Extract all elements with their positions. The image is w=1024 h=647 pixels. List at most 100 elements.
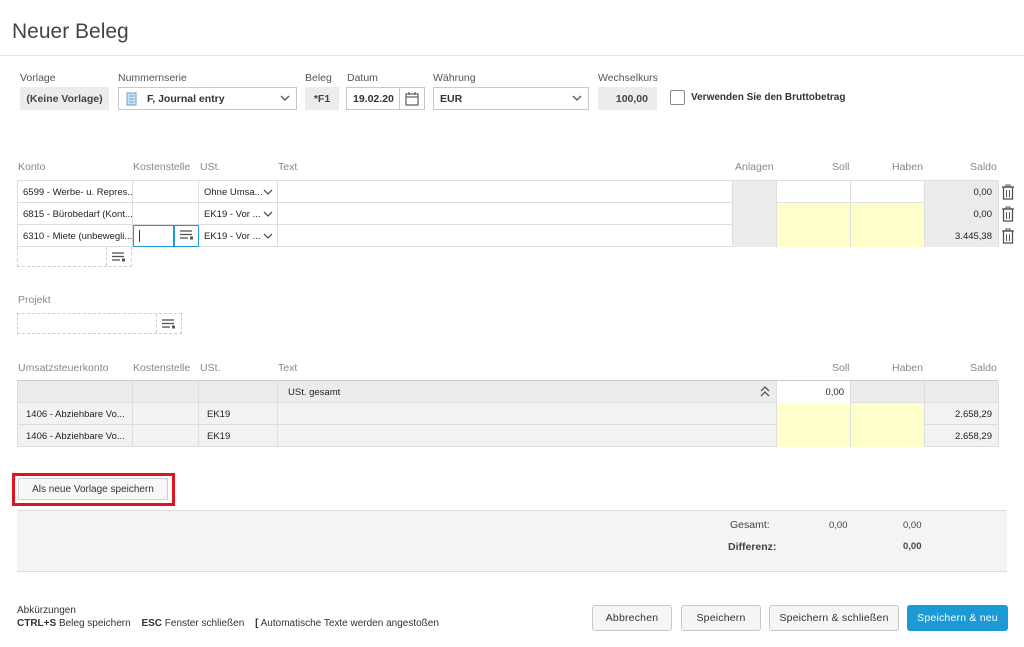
soll-cell[interactable]	[777, 203, 851, 225]
tax-ust-cell: EK19	[199, 425, 278, 447]
table-row: 6310 - Miete (unbewegli... EK19 - Vor ..…	[17, 225, 999, 247]
collapse-up-icon[interactable]	[760, 386, 770, 400]
kostenstelle-lookup-button[interactable]	[174, 225, 199, 247]
text-cell[interactable]	[278, 181, 733, 203]
beleg-label: Beleg	[305, 72, 332, 84]
header-divider	[0, 55, 1024, 56]
text-cell[interactable]	[278, 225, 733, 247]
tax-text-cell	[278, 425, 777, 447]
page-title: Neuer Beleg	[12, 20, 129, 43]
save-close-button[interactable]: Speichern & schließen	[769, 605, 899, 631]
shortcuts-title: Abkürzungen	[17, 605, 76, 616]
table-row: 6599 - Werbe- u. Repres... Ohne Umsa... …	[17, 181, 999, 203]
delete-row-icon[interactable]	[1001, 184, 1015, 200]
gesamt-label: Gesamt:	[730, 519, 770, 531]
col-kostenstelle: Kostenstelle	[133, 161, 191, 173]
col-saldo: Saldo	[970, 161, 997, 173]
datum-field[interactable]: 19.02.20	[346, 87, 425, 110]
tax-summary-text: USt. gesamt	[278, 381, 777, 403]
datum-value: 19.02.20	[353, 92, 394, 105]
waehrung-value: EUR	[440, 92, 463, 105]
tax-konto-cell: 1406 - Abziehbare Vo...	[18, 403, 133, 425]
list-lookup-icon	[179, 229, 194, 243]
ust-cell[interactable]: EK19 - Vor ...	[199, 203, 278, 225]
tax-summary-saldo	[925, 381, 999, 403]
shortcut-key: [	[255, 618, 259, 629]
projekt-label: Projekt	[18, 294, 51, 306]
tax-col-haben: Haben	[892, 362, 923, 374]
brutto-checkbox[interactable]	[670, 90, 685, 105]
chevron-down-icon	[280, 93, 290, 103]
konto-cell[interactable]: 6310 - Miete (unbewegli...	[18, 225, 133, 247]
soll-cell[interactable]	[777, 181, 851, 203]
calendar-icon[interactable]	[399, 88, 424, 109]
wechselkurs-value: 100,00	[598, 87, 657, 110]
tax-haben-cell[interactable]	[851, 425, 925, 447]
vorlage-select[interactable]: (Keine Vorlage)	[20, 87, 109, 110]
chevron-down-icon	[263, 209, 273, 222]
kostenstelle-input[interactable]	[133, 225, 174, 247]
totals-panel	[17, 510, 1007, 572]
tax-saldo-cell: 2.658,29	[925, 425, 999, 447]
table-row: 6815 - Bürobedarf (Kont... EK19 - Vor ..…	[17, 203, 999, 225]
soll-cell[interactable]	[777, 225, 851, 247]
kostenstelle-cell[interactable]	[133, 203, 199, 225]
brutto-label: Verwenden Sie den Bruttobetrag	[691, 92, 846, 103]
list-lookup-icon[interactable]	[156, 314, 181, 333]
haben-cell[interactable]	[851, 203, 925, 225]
shortcut-text: Beleg speichern	[58, 618, 131, 629]
ust-cell[interactable]: EK19 - Vor ...	[199, 225, 278, 247]
col-ust: USt.	[200, 161, 221, 173]
col-text: Text	[278, 161, 298, 173]
tax-col-konto: Umsatzsteuerkonto	[18, 362, 109, 374]
tax-konto-cell: 1406 - Abziehbare Vo...	[18, 425, 133, 447]
anlagen-cell	[733, 225, 777, 247]
tax-row: 1406 - Abziehbare Vo... EK19 2.658,29	[17, 403, 999, 425]
col-konto: Konto	[18, 161, 46, 173]
cancel-button[interactable]: Abbrechen	[592, 605, 672, 631]
tax-col-ust: USt.	[200, 362, 221, 374]
konto-cell[interactable]: 6599 - Werbe- u. Repres...	[18, 181, 133, 203]
ust-cell[interactable]: Ohne Umsa...	[199, 181, 278, 203]
new-row-konto[interactable]	[17, 247, 132, 267]
tax-summary-haben	[851, 381, 925, 403]
save-button[interactable]: Speichern	[681, 605, 761, 631]
tax-ust-cell: EK19	[199, 403, 278, 425]
delete-row-icon[interactable]	[1001, 228, 1015, 244]
chevron-down-icon	[263, 187, 273, 200]
save-as-template-button[interactable]: Als neue Vorlage speichern	[18, 478, 168, 500]
ust-value: Ohne Umsa...	[204, 186, 263, 198]
save-new-button[interactable]: Speichern & neu	[907, 605, 1008, 631]
tax-summary-soll: 0,00	[777, 381, 851, 403]
haben-cell[interactable]	[851, 181, 925, 203]
waehrung-select[interactable]: EUR	[433, 87, 589, 110]
tax-haben-cell[interactable]	[851, 403, 925, 425]
tax-soll-cell[interactable]	[777, 403, 851, 425]
list-lookup-icon[interactable]	[106, 247, 131, 266]
col-soll: Soll	[832, 161, 850, 173]
shortcut-text: Automatische Texte werden angestoßen	[260, 618, 439, 629]
tax-kostenstelle-cell	[133, 381, 199, 403]
differenz-label: Differenz:	[728, 541, 777, 553]
projekt-input[interactable]	[17, 313, 182, 334]
col-anlagen: Anlagen	[735, 161, 774, 173]
anlagen-cell	[733, 203, 777, 225]
col-haben: Haben	[892, 161, 923, 173]
tax-konto-cell	[18, 381, 133, 403]
chevron-down-icon	[263, 231, 273, 244]
haben-cell[interactable]	[851, 225, 925, 247]
text-cell[interactable]	[278, 203, 733, 225]
tax-soll-cell[interactable]	[777, 425, 851, 447]
nummernserie-select[interactable]: F, Journal entry	[118, 87, 297, 110]
datum-label: Datum	[347, 72, 378, 84]
kostenstelle-cell[interactable]	[133, 181, 199, 203]
tax-kostenstelle-cell	[133, 403, 199, 425]
tax-ust-cell	[199, 381, 278, 403]
delete-row-icon[interactable]	[1001, 206, 1015, 222]
anlagen-cell	[733, 181, 777, 203]
konto-cell[interactable]: 6815 - Bürobedarf (Kont...	[18, 203, 133, 225]
tax-text-cell	[278, 403, 777, 425]
tax-saldo-cell: 2.658,29	[925, 403, 999, 425]
shortcuts-list: CTRL+S Beleg speichern ESC Fenster schli…	[17, 618, 439, 629]
beleg-number: *F1	[305, 87, 339, 110]
